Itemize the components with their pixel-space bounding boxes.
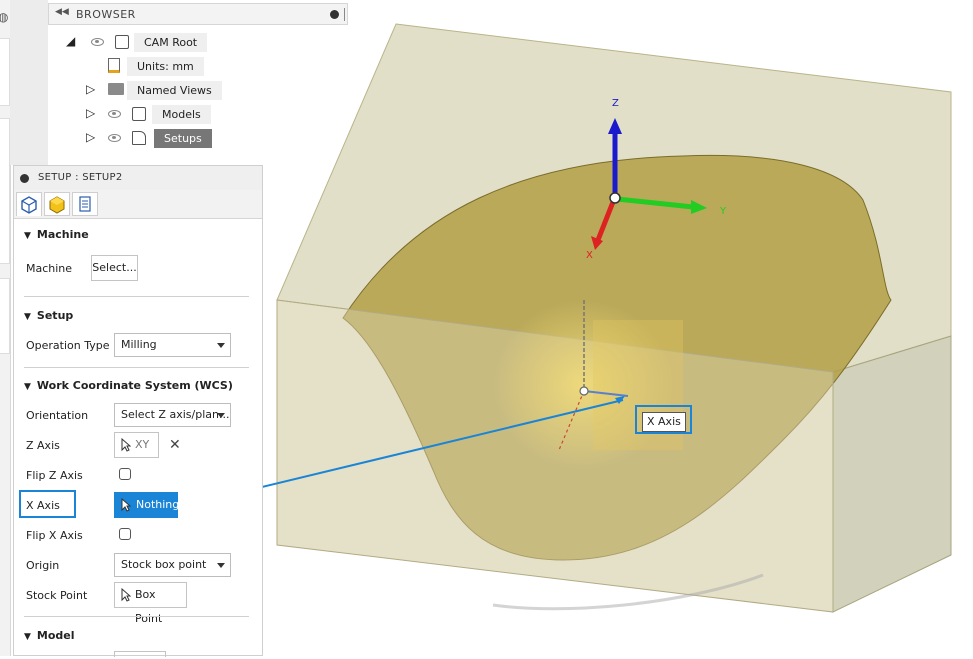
setups-folder-icon: [132, 131, 146, 145]
axis-label-z: Z: [612, 98, 619, 109]
cursor-icon: [121, 588, 131, 602]
tooltip-highlight-box: [635, 405, 692, 434]
section-expanded-icon: ▼: [24, 382, 31, 392]
section-expanded-icon: ▼: [24, 231, 31, 241]
section-divider: [24, 296, 249, 297]
x-axis-value: Nothing: [136, 498, 180, 511]
z-axis-label: Z Axis: [26, 439, 60, 452]
section-divider: [24, 367, 249, 368]
globe-icon[interactable]: ◍: [0, 10, 8, 24]
axis-label-y: Y: [720, 206, 727, 217]
origin-label: Origin: [26, 559, 60, 572]
tab-stock[interactable]: [44, 192, 70, 216]
setup-panel: SETUP : SETUP2 ▼ Machine Machine Select..…: [13, 165, 263, 657]
section-model-label: Model: [36, 629, 75, 642]
tree-label-units[interactable]: Units: mm: [127, 57, 204, 76]
cursor-icon: [121, 498, 131, 512]
operation-type-select[interactable]: Milling: [114, 333, 231, 357]
wcs-cube-icon: [21, 196, 37, 214]
section-model[interactable]: ▼ Model: [24, 629, 75, 642]
section-divider: [24, 616, 249, 617]
folder-icon: [108, 83, 124, 95]
section-expanded-icon: ▼: [24, 632, 31, 642]
tree-collapsed-icon[interactable]: ▷: [86, 106, 95, 120]
origin-select[interactable]: Stock box point: [114, 553, 231, 577]
chevron-down-icon: [217, 413, 225, 418]
minimize-icon[interactable]: [20, 174, 29, 183]
cam-root-icon: [115, 35, 129, 49]
tree-collapsed-icon[interactable]: ▷: [86, 82, 95, 96]
document-icon: [108, 58, 120, 73]
operation-type-label: Operation Type: [26, 339, 110, 352]
tree-label-named-views[interactable]: Named Views: [127, 81, 222, 100]
axis-label-x: X: [586, 250, 593, 261]
z-axis-value: XY: [135, 438, 150, 451]
triad-origin[interactable]: [609, 192, 621, 204]
cursor-icon: [121, 438, 131, 452]
visibility-eye-icon[interactable]: [108, 110, 121, 118]
section-machine[interactable]: ▼ Machine: [24, 228, 89, 241]
section-setup[interactable]: ▼ Setup: [24, 309, 73, 322]
flip-x-axis-checkbox[interactable]: [119, 528, 131, 540]
setup-tabs: [14, 190, 262, 219]
section-machine-label: Machine: [36, 228, 89, 241]
orientation-label: Orientation: [26, 409, 89, 422]
tree-label-cam-root[interactable]: CAM Root: [134, 33, 208, 52]
flip-z-axis-label: Flip Z Axis: [26, 469, 83, 482]
clear-selection-icon[interactable]: ✕: [169, 437, 181, 453]
chevron-down-icon: [217, 343, 225, 348]
toolbar-block: [0, 38, 10, 106]
stock-point-value: Box Point: [135, 588, 163, 625]
x-axis-label-highlight: [19, 490, 76, 518]
browser-title: BROWSER: [76, 8, 136, 21]
flip-x-axis-label: Flip X Axis: [26, 529, 83, 542]
section-expanded-icon: ▼: [24, 312, 31, 322]
visibility-eye-icon[interactable]: [108, 134, 121, 142]
side-gray-panel: [10, 0, 48, 165]
stock-cube-icon: [49, 196, 65, 214]
stock-point-label: Stock Point: [26, 589, 88, 602]
machine-select-button[interactable]: Select...: [91, 255, 138, 281]
origin-value: Stock box point: [121, 558, 207, 571]
origin-point[interactable]: [579, 386, 589, 396]
section-setup-label: Setup: [36, 309, 74, 322]
tree-collapsed-icon[interactable]: ▷: [86, 130, 95, 144]
toolbar-block: [0, 278, 10, 354]
orientation-select[interactable]: Select Z axis/plan...: [114, 403, 231, 427]
orientation-value: Select Z axis/plan...: [121, 408, 230, 421]
tab-post-process[interactable]: [72, 192, 98, 216]
toolbar-block: [0, 118, 10, 264]
model-selection-partial[interactable]: [114, 651, 166, 657]
machine-label: Machine: [26, 262, 73, 275]
x-axis-selection[interactable]: Nothing: [114, 492, 180, 518]
section-wcs-label: Work Coordinate System (WCS): [36, 379, 233, 392]
visibility-eye-icon[interactable]: [91, 38, 104, 46]
chevron-down-icon: [217, 563, 225, 568]
operation-type-value: Milling: [121, 338, 157, 351]
setup-panel-title: SETUP : SETUP2: [38, 172, 123, 183]
tree-expanded-icon[interactable]: ◢: [66, 34, 75, 48]
tree-label-setups[interactable]: Setups: [154, 129, 212, 148]
z-axis-selection[interactable]: XY: [114, 432, 159, 458]
section-wcs[interactable]: ▼ Work Coordinate System (WCS): [24, 379, 233, 392]
tree-label-models[interactable]: Models: [152, 105, 211, 124]
3d-viewport[interactable]: Z Y X: [178, 0, 973, 656]
stock-right-face: [832, 335, 952, 613]
tab-setup[interactable]: [16, 192, 42, 216]
setup-panel-header: SETUP : SETUP2: [14, 166, 262, 191]
post-process-icon: [79, 196, 91, 212]
flip-z-axis-checkbox[interactable]: [119, 468, 131, 480]
models-icon: [132, 107, 146, 121]
stock-point-selection[interactable]: Box Point: [114, 582, 187, 625]
collapse-panel-icon[interactable]: ◀◀: [55, 7, 69, 17]
